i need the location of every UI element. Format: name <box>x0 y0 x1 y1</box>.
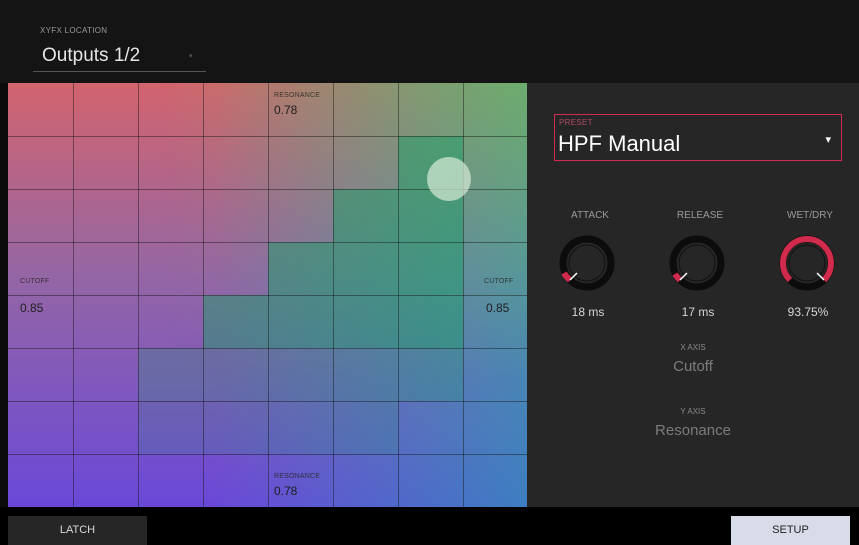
setup-button[interactable]: SETUP <box>731 516 850 545</box>
attack-knob[interactable] <box>557 233 617 293</box>
xy-cursor[interactable] <box>427 157 471 201</box>
grid-line <box>8 295 527 296</box>
pad-left-label: CUTOFF <box>20 278 50 285</box>
preset-value: HPF Manual <box>558 131 681 156</box>
footer-bar: LATCH SETUP <box>0 507 859 545</box>
preset-label: PRESET <box>559 118 593 127</box>
pad-top-label: RESONANCE <box>274 92 321 99</box>
location-underline <box>33 71 206 72</box>
attack-value: 18 ms <box>571 305 605 319</box>
pad-bottom-value: 0.78 <box>274 484 298 498</box>
chevron-down-icon: ▾ <box>825 134 831 146</box>
release-knob[interactable] <box>667 233 727 293</box>
wetdry-label: WET/DRY <box>787 210 833 221</box>
pad-cell <box>138 348 463 401</box>
attack-label: ATTACK <box>571 210 609 221</box>
latch-button[interactable]: LATCH <box>8 516 147 545</box>
release-label: RELEASE <box>676 210 724 221</box>
pad-bottom-label: RESONANCE <box>274 473 321 480</box>
grid-line <box>8 136 527 137</box>
xy-pad[interactable]: RESONANCE 0.78 CUTOFF 0.85 CUTOFF 0.85 R… <box>8 83 527 507</box>
x-axis-label: X AXIS <box>680 343 706 352</box>
release-value: 17 ms <box>681 305 715 319</box>
y-axis-label: Y AXIS <box>680 407 706 416</box>
pad-top-value: 0.78 <box>274 103 298 117</box>
settings-panel: PRESET HPF Manual ▾ ATTACK RELEASE WET/D… <box>527 83 859 507</box>
y-axis-value: Resonance <box>655 422 731 439</box>
grid-line <box>8 401 527 402</box>
x-axis-value: Cutoff <box>673 358 713 375</box>
grid-line <box>8 454 527 455</box>
grid-line <box>8 348 527 349</box>
pad-right-label: CUTOFF <box>484 278 514 285</box>
location-select[interactable]: Outputs 1/2 <box>42 45 140 67</box>
location-label: XYFX LOCATION <box>40 26 108 35</box>
header: XYFX LOCATION Outputs 1/2 ▾ <box>0 0 859 83</box>
pad-left-value: 0.85 <box>20 301 44 315</box>
wetdry-value: 93.75% <box>787 305 829 319</box>
wetdry-knob[interactable] <box>777 233 837 293</box>
preset-select[interactable]: PRESET HPF Manual ▾ <box>554 114 842 161</box>
pad-cell <box>268 242 463 295</box>
chevron-down-icon: ▾ <box>189 53 193 60</box>
pad-right-value: 0.85 <box>486 301 510 315</box>
grid-line <box>8 242 527 243</box>
